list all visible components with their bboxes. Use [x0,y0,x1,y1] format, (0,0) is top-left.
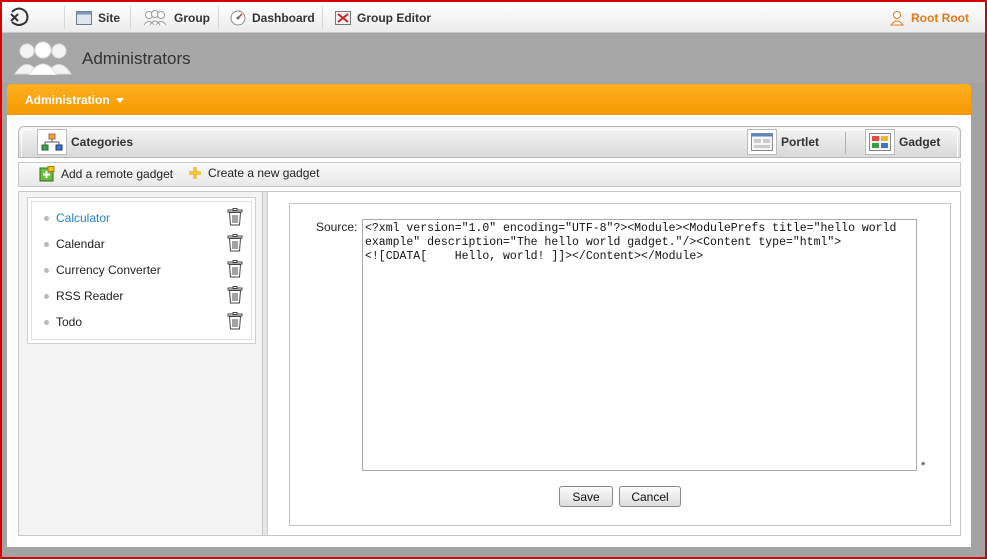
source-textarea[interactable]: <?xml version="1.0" encoding="UTF-8"?><M… [362,219,917,471]
group-editor-icon [335,10,351,25]
bullet-icon [44,293,49,299]
gadget-item-calendar[interactable]: Calendar [44,234,249,254]
nav-group-editor[interactable]: Group Editor [335,2,431,33]
window-frame: Site Group Dashboard Group Editor Root R… [0,0,987,559]
nav-site[interactable]: Site [76,2,120,33]
nav-dashboard[interactable]: Dashboard [230,2,315,33]
bullet-icon [44,241,49,247]
nav-group-editor-label: Group Editor [357,10,431,25]
trash-icon[interactable] [227,208,243,226]
nav-group-label: Group [174,10,210,25]
gadget-action-bar: Add a remote gadget Create a new gadget [18,162,961,187]
user-name: Root Root [911,10,969,25]
page-title: Administrators [82,49,191,68]
site-icon [76,10,92,25]
administration-menu[interactable]: Administration [25,93,124,107]
gadget-editor-pane: Source: <?xml version="1.0" encoding="UT… [269,192,960,535]
trash-icon[interactable] [227,260,243,278]
exo-logo-icon[interactable] [8,6,30,28]
trash-icon[interactable] [227,312,243,330]
tab-categories-label: Categories [71,135,134,149]
create-new-gadget-button[interactable]: Create a new gadget [188,166,319,180]
main-panel: Categories Portlet Gadget Add a remote g… [7,115,971,547]
tab-gadget[interactable]: Gadget [865,127,940,157]
tab-portlet-label: Portlet [781,135,820,149]
source-label: Source: [316,220,358,234]
gadget-item-calculator[interactable]: Calculator [44,208,249,228]
administration-menu-label: Administration [25,93,110,107]
group-icon [143,9,167,25]
trash-icon[interactable] [227,286,243,304]
required-mark: * [921,460,926,472]
page-header: Administrators [2,33,985,83]
pane-splitter[interactable] [263,192,268,535]
gadget-icon [865,129,895,155]
gadget-item-label: Currency Converter [56,263,161,277]
dashboard-icon [230,10,246,25]
add-remote-gadget-label: Add a remote gadget [61,167,174,181]
user-icon [890,10,905,25]
portlet-icon [747,129,777,155]
nav-divider [64,6,65,29]
nav-divider [322,6,323,29]
categories-icon [37,129,67,155]
admin-menu-bar: Administration [7,84,971,115]
create-new-gadget-label: Create a new gadget [208,166,320,180]
gadget-item-currency-converter[interactable]: Currency Converter [44,260,249,280]
gadget-item-todo[interactable]: Todo [44,312,249,332]
cancel-button[interactable]: Cancel [619,486,681,507]
gadget-list: Calculator Calendar Currency Converter R… [27,197,256,344]
gadget-item-rss-reader[interactable]: RSS Reader [44,286,249,306]
top-toolbar: Site Group Dashboard Group Editor Root R… [2,2,985,33]
gadget-item-label: Calendar [56,237,105,251]
category-tabs: Categories Portlet Gadget [18,126,961,158]
save-button[interactable]: Save [559,486,613,507]
tab-portlet[interactable]: Portlet [747,127,819,157]
gadget-item-label: Calculator [56,211,111,225]
tab-categories[interactable]: Categories [37,127,133,157]
nav-divider [218,6,219,29]
gadget-item-label: Todo [56,315,83,329]
plus-icon [189,167,201,179]
gadget-workspace: Calculator Calendar Currency Converter R… [18,191,961,536]
nav-group[interactable]: Group [142,2,210,33]
trash-icon[interactable] [227,234,243,252]
gadget-item-label: RSS Reader [56,289,124,303]
bullet-icon [44,215,49,221]
user-menu[interactable]: Root Root [889,2,969,33]
nav-site-label: Site [98,10,121,25]
bullet-icon [44,319,49,325]
tab-divider [845,132,846,154]
gadget-source-form: Source: <?xml version="1.0" encoding="UT… [289,203,951,526]
nav-divider [130,6,131,29]
chevron-down-icon [115,98,124,104]
add-remote-gadget-button[interactable]: Add a remote gadget [39,166,173,182]
tab-gadget-label: Gadget [899,135,941,149]
add-remote-gadget-icon [39,166,55,182]
administrators-group-icon [14,41,72,75]
nav-dashboard-label: Dashboard [252,10,315,25]
bullet-icon [44,267,49,273]
gadget-list-pane: Calculator Calendar Currency Converter R… [19,192,263,535]
